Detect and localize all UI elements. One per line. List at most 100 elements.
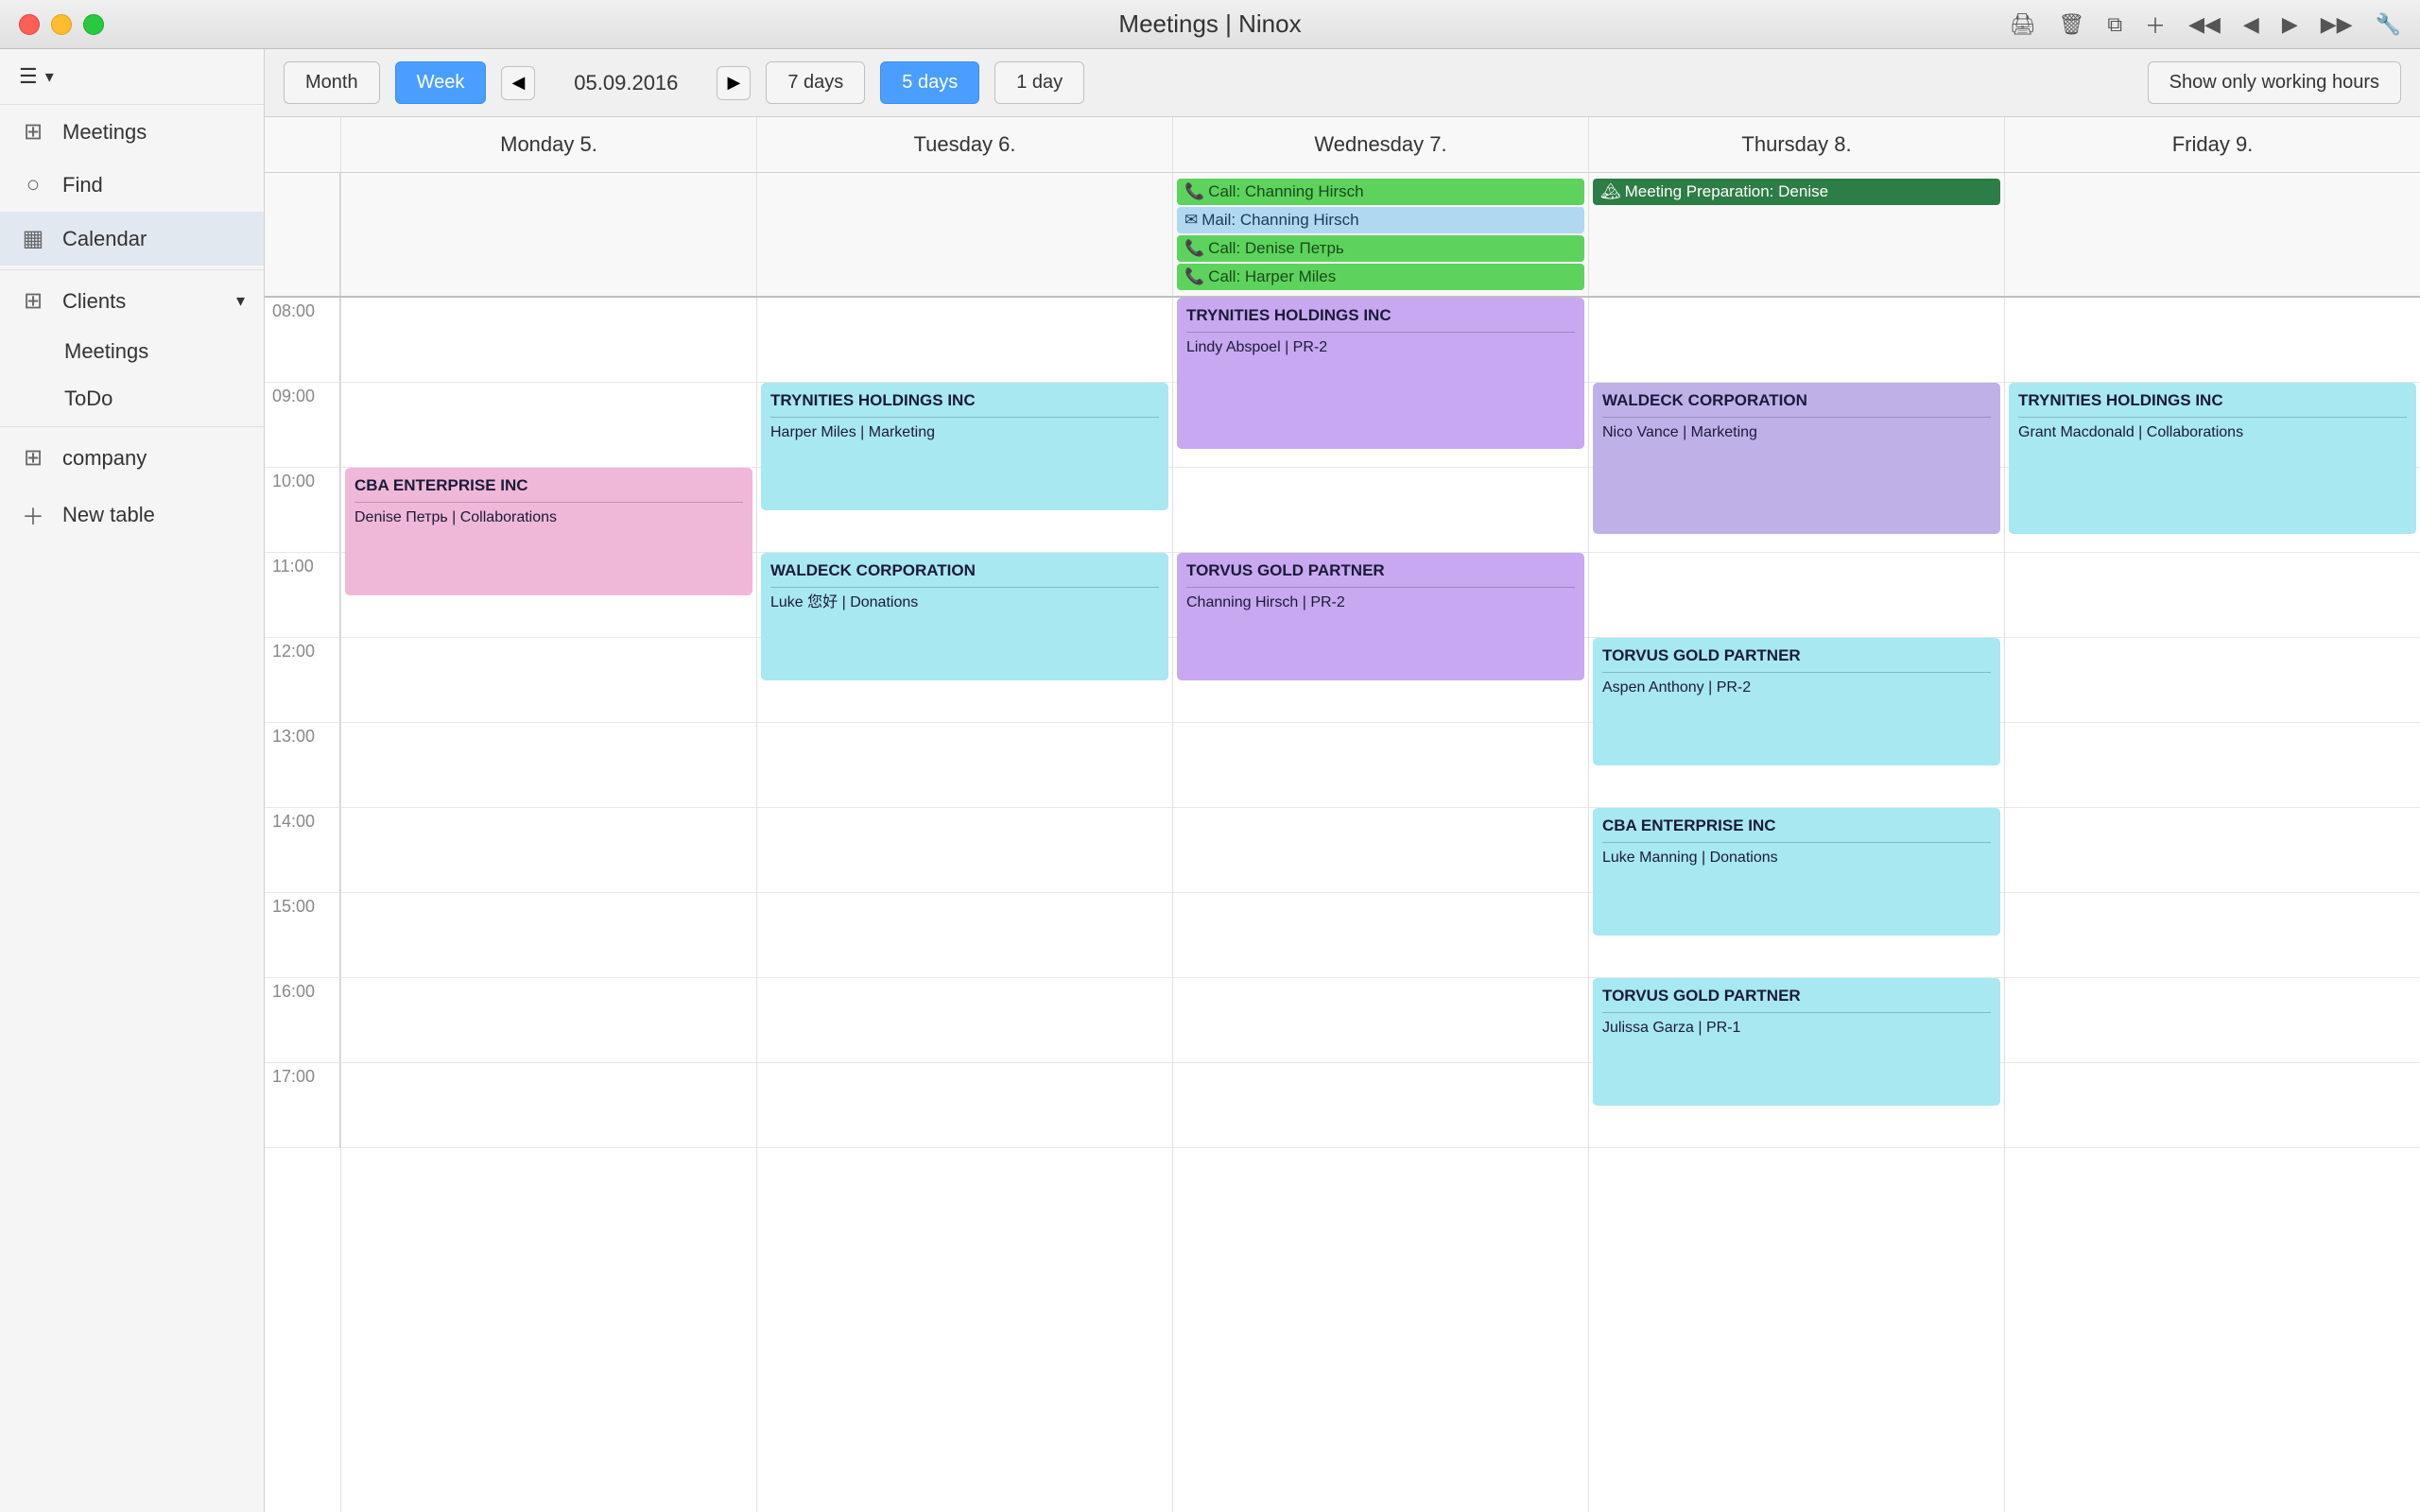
day-slot[interactable] <box>757 723 1172 808</box>
sidebar-new-table[interactable]: ＋ New table <box>0 485 264 544</box>
event-sub: Luke Manning | Donations <box>1602 849 1991 868</box>
print-icon[interactable]: 🖨 <box>2009 12 2035 37</box>
day-slot[interactable] <box>1173 723 1588 808</box>
day-slot[interactable] <box>341 893 756 978</box>
calendar-event-evt5[interactable]: WALDECK CORPORATIONLuke 您好 | Donations <box>761 553 1168 680</box>
header-thursday: Thursday 8. <box>1588 117 2004 172</box>
trash-icon[interactable]: 🗑 <box>2058 12 2084 37</box>
header-monday: Monday 5. <box>340 117 756 172</box>
day-slot[interactable] <box>341 978 756 1063</box>
sidebar-item-find[interactable]: ○ Find <box>0 159 264 212</box>
one-day-button[interactable]: 1 day <box>994 61 1084 104</box>
day-slot[interactable] <box>757 1063 1172 1148</box>
allday-monday <box>340 173 756 296</box>
top-event-mail-channing[interactable]: ✉ Mail: Channing Hirsch <box>1177 207 1584 233</box>
calendar-event-evt9[interactable]: TORVUS GOLD PARTNERJulissa Garza | PR-1 <box>1593 978 2000 1106</box>
time-header <box>265 117 340 172</box>
day-slot[interactable] <box>2005 553 2420 638</box>
sidebar-item-meetings[interactable]: ⊞ Meetings <box>0 105 264 159</box>
event-divider <box>1602 842 1991 843</box>
calendar-icon: ▦ <box>19 225 47 252</box>
mail-icon: ✉ <box>1184 211 1198 230</box>
top-event-call-channing[interactable]: 📞 Call: Channing Hirsch <box>1177 179 1584 205</box>
sidebar-label-clients: Clients <box>62 289 126 314</box>
forward-icon[interactable]: ▶ <box>2282 12 2298 37</box>
day-slot[interactable] <box>341 723 756 808</box>
day-slot[interactable] <box>1173 1063 1588 1148</box>
sidebar-item-company[interactable]: ⊞ company <box>0 431 264 485</box>
event-divider <box>1186 332 1575 333</box>
top-event-label: Mail: Channing Hirsch <box>1201 211 1358 230</box>
day-slot[interactable] <box>1173 468 1588 553</box>
month-button[interactable]: Month <box>284 61 380 104</box>
sidebar-divider-2 <box>0 426 264 427</box>
day-slot[interactable] <box>341 638 756 723</box>
week-button[interactable]: Week <box>395 61 487 104</box>
show-working-hours-button[interactable]: Show only working hours <box>2148 61 2401 104</box>
day-slot[interactable] <box>757 893 1172 978</box>
day-slot[interactable] <box>2005 978 2420 1063</box>
copy-icon[interactable]: ⧉ <box>2107 12 2122 37</box>
calendar-event-evt4[interactable]: CBA ENTERPRISE INCDenise Петрь | Collabo… <box>345 468 752 595</box>
event-divider <box>1602 672 1991 673</box>
day-slot[interactable] <box>1173 978 1588 1063</box>
top-event-meeting-prep[interactable]: 🏔 Meeting Preparation: Denise <box>1593 179 2000 205</box>
prev-icon[interactable]: ◀◀ <box>2188 12 2221 37</box>
day-slot[interactable] <box>757 298 1172 383</box>
add-icon[interactable]: ＋ <box>2145 9 2166 40</box>
prev-week-button[interactable]: ◀ <box>501 66 535 100</box>
main-content: Month Week ◀ 05.09.2016 ▶ 7 days 5 days … <box>265 49 2420 1512</box>
close-button[interactable] <box>19 14 40 35</box>
top-event-call-denise[interactable]: 📞 Call: Denise Петрь <box>1177 235 1584 262</box>
sidebar-sub-meetings[interactable]: Meetings <box>0 328 264 375</box>
seven-days-button[interactable]: 7 days <box>766 61 865 104</box>
event-sub: Lindy Abspoel | PR-2 <box>1186 338 1575 358</box>
back-icon[interactable]: ◀ <box>2243 12 2259 37</box>
calendar-event-evt3[interactable]: TRYNITIES HOLDINGS INC Harper Miles | Mar… <box>761 383 1168 510</box>
event-sub: Harper Miles | Marketing <box>770 423 1159 443</box>
calendar-event-evt2[interactable]: WALDECK CORPORATIONNico Vance | Marketin… <box>1593 383 2000 534</box>
day-slot[interactable] <box>2005 723 2420 808</box>
maximize-button[interactable] <box>83 14 104 35</box>
menu-button[interactable]: ☰ ▾ <box>0 49 264 105</box>
mountain-icon: 🏔 <box>1600 182 1621 201</box>
day-slot[interactable] <box>757 978 1172 1063</box>
day-slot[interactable] <box>1589 298 2004 383</box>
day-slot[interactable] <box>341 383 756 468</box>
minimize-button[interactable] <box>51 14 72 35</box>
day-slot[interactable] <box>757 808 1172 893</box>
day-slot[interactable] <box>1589 553 2004 638</box>
day-slot[interactable] <box>2005 638 2420 723</box>
top-event-call-harper[interactable]: 📞 Call: Harper Miles <box>1177 264 1584 290</box>
next-icon[interactable]: ▶▶ <box>2321 12 2353 37</box>
five-days-button[interactable]: 5 days <box>880 61 979 104</box>
event-title: TRYNITIES HOLDINGS INC <box>770 390 1159 411</box>
allday-row: 📞 Call: Channing Hirsch ✉ Mail: Channing… <box>265 173 2420 298</box>
calendar-event-evt8[interactable]: CBA ENTERPRISE INCLuke Manning | Donatio… <box>1593 808 2000 936</box>
sidebar-item-calendar[interactable]: ▦ Calendar <box>0 212 264 266</box>
event-title: TORVUS GOLD PARTNER <box>1602 986 1991 1006</box>
day-slot[interactable] <box>2005 1063 2420 1148</box>
day-slot[interactable] <box>1173 893 1588 978</box>
day-slot[interactable] <box>341 808 756 893</box>
day-slot[interactable] <box>2005 893 2420 978</box>
event-sub: Denise Петрь | Collaborations <box>354 508 743 528</box>
next-week-button[interactable]: ▶ <box>717 66 751 100</box>
hamburger-icon: ☰ <box>19 64 38 89</box>
day-slot[interactable] <box>341 298 756 383</box>
sidebar-sub-todo[interactable]: ToDo <box>0 375 264 422</box>
day-slot[interactable] <box>2005 298 2420 383</box>
calendar-event-evt6[interactable]: TORVUS GOLD PARTNERChanning Hirsch | PR-… <box>1177 553 1584 680</box>
day-slot[interactable] <box>1173 808 1588 893</box>
calendar-event-evt1[interactable]: TRYNITIES HOLDINGS INCLindy Abspoel | PR… <box>1177 298 1584 449</box>
day-slot[interactable] <box>2005 808 2420 893</box>
sidebar-item-clients[interactable]: ⊞ Clients ▾ <box>0 274 264 328</box>
calendar-event-evt10[interactable]: TRYNITIES HOLDINGS INCGrant Macdonald | … <box>2009 383 2416 534</box>
settings-icon[interactable]: 🔧 <box>2376 12 2401 37</box>
calendar-event-evt7[interactable]: TORVUS GOLD PARTNERAspen Anthony | PR-2 <box>1593 638 2000 765</box>
event-sub: Aspen Anthony | PR-2 <box>1602 679 1991 698</box>
top-event-label: Meeting Preparation: Denise <box>1625 182 1828 201</box>
day-slot[interactable] <box>341 1063 756 1148</box>
event-title: TORVUS GOLD PARTNER <box>1186 560 1575 581</box>
sidebar: ☰ ▾ ⊞ Meetings ○ Find ▦ Calendar ⊞ Clien… <box>0 49 265 1512</box>
